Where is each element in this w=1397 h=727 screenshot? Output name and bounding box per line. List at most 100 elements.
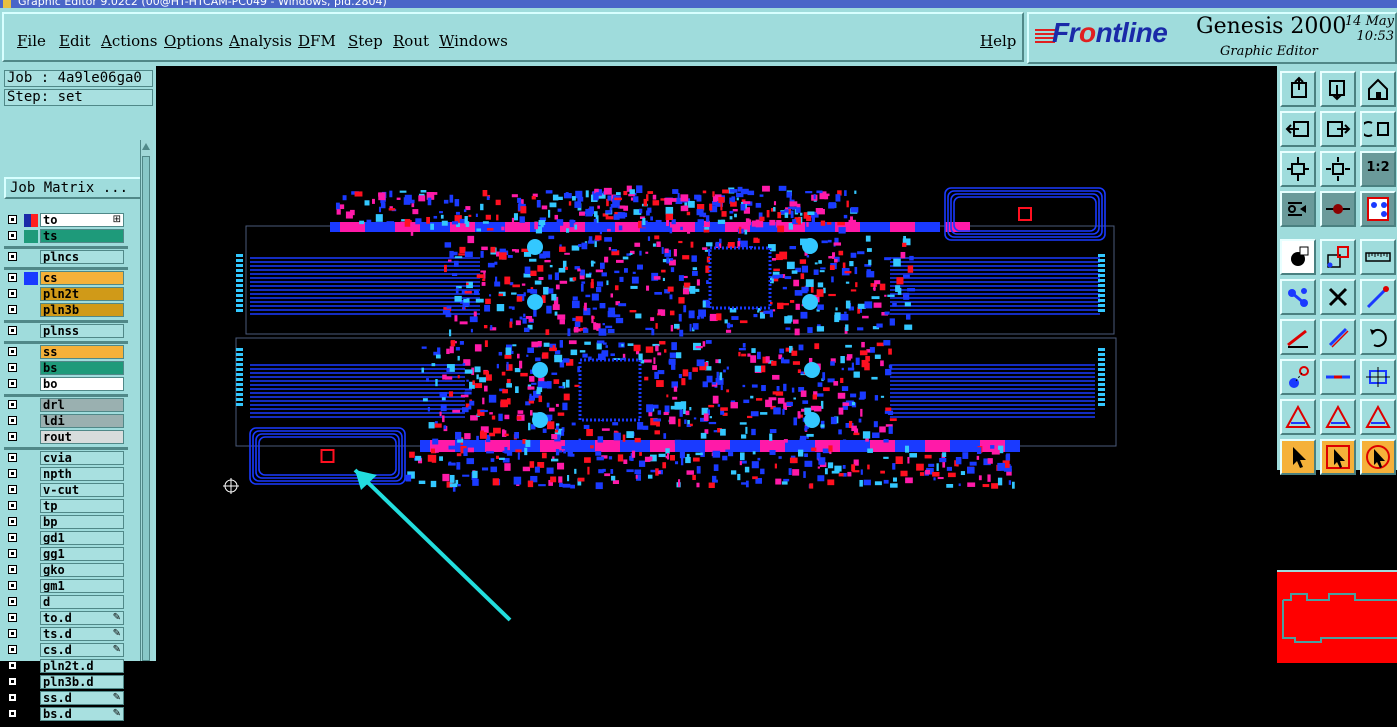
layer-row[interactable]: tp: [4, 499, 128, 514]
layer-checkbox[interactable]: [8, 379, 17, 388]
layer-name[interactable]: bo: [40, 377, 124, 391]
layer-row[interactable]: gm1: [4, 579, 128, 594]
layer-color-swatch[interactable]: [31, 230, 38, 243]
layer-name[interactable]: plnss: [40, 324, 124, 338]
tool-cross[interactable]: [1320, 279, 1356, 315]
layer-name[interactable]: to ⊞: [40, 213, 124, 227]
tool-pan-right[interactable]: [1320, 111, 1356, 147]
tool-select-area[interactable]: [1320, 239, 1356, 275]
layer-name[interactable]: pln3b: [40, 303, 124, 317]
tool-page-up[interactable]: [1280, 71, 1316, 107]
layer-row[interactable]: d: [4, 595, 128, 610]
tool-net-select[interactable]: [1360, 191, 1396, 227]
layer-row[interactable]: pln2t.d: [4, 659, 128, 674]
layer-checkbox[interactable]: [8, 305, 17, 314]
tool-triangle-a[interactable]: [1280, 399, 1316, 435]
layer-row[interactable]: to ⊞: [4, 213, 128, 228]
layer-row[interactable]: pln2t: [4, 287, 128, 302]
tool-line-end[interactable]: [1360, 279, 1396, 315]
tool-fit-vertical[interactable]: [1280, 151, 1316, 187]
layer-row[interactable]: gg1: [4, 547, 128, 562]
layer-name[interactable]: pln2t: [40, 287, 124, 301]
tool-pointer-circle[interactable]: [1360, 439, 1396, 475]
tool-move-pad[interactable]: [1280, 359, 1316, 395]
layer-color-swatch[interactable]: [24, 214, 31, 227]
layer-name[interactable]: gd1: [40, 531, 124, 545]
menu-file[interactable]: File: [17, 32, 46, 50]
layer-checkbox[interactable]: [8, 326, 17, 335]
job-matrix-button[interactable]: Job Matrix ...: [4, 177, 152, 199]
tool-home[interactable]: [1360, 71, 1396, 107]
layer-checkbox[interactable]: [8, 693, 17, 702]
tool-add-node[interactable]: [1280, 279, 1316, 315]
layer-checkbox[interactable]: [8, 565, 17, 574]
layer-name[interactable]: ss.d ✎: [40, 691, 124, 705]
layer-name[interactable]: gm1: [40, 579, 124, 593]
layer-checkbox[interactable]: [8, 613, 17, 622]
layer-checkbox[interactable]: [8, 629, 17, 638]
layer-checkbox[interactable]: [8, 517, 17, 526]
layer-checkbox[interactable]: [8, 289, 17, 298]
layer-checkbox[interactable]: [8, 533, 17, 542]
layer-name[interactable]: pln2t.d: [40, 659, 124, 673]
layer-row[interactable]: bp: [4, 515, 128, 530]
layer-name[interactable]: bp: [40, 515, 124, 529]
tool-split-line[interactable]: [1320, 359, 1356, 395]
layer-checkbox[interactable]: [8, 549, 17, 558]
scroll-up-icon[interactable]: [141, 141, 151, 153]
tool-page-down[interactable]: [1320, 71, 1356, 107]
menu-dfm[interactable]: DFM: [298, 32, 336, 50]
menu-options[interactable]: Options: [164, 32, 223, 50]
layer-row[interactable]: pln3b.d: [4, 675, 128, 690]
tool-pan-left[interactable]: [1280, 111, 1316, 147]
layer-row[interactable]: ss: [4, 345, 128, 360]
layer-row[interactable]: pln3b: [4, 303, 128, 318]
layer-name[interactable]: rout: [40, 430, 124, 444]
layer-checkbox[interactable]: [8, 416, 17, 425]
layer-row[interactable]: to.d ✎: [4, 611, 128, 626]
layer-name[interactable]: drl: [40, 398, 124, 412]
tool-rotate[interactable]: [1360, 319, 1396, 355]
layer-row[interactable]: ss.d ✎: [4, 691, 128, 706]
menu-edit[interactable]: Edit: [59, 32, 90, 50]
layer-checkbox[interactable]: [8, 347, 17, 356]
layer-checkbox[interactable]: [8, 231, 17, 240]
layer-name[interactable]: ss: [40, 345, 124, 359]
layer-name[interactable]: cvia: [40, 451, 124, 465]
layer-color-swatch[interactable]: [31, 214, 38, 227]
layer-checkbox[interactable]: [8, 581, 17, 590]
layer-checkbox[interactable]: [8, 709, 17, 718]
layer-checkbox[interactable]: [8, 363, 17, 372]
layer-row[interactable]: bo: [4, 377, 128, 392]
layer-row[interactable]: plncs: [4, 250, 128, 265]
tool-ruler[interactable]: [1360, 239, 1396, 275]
layer-row[interactable]: gd1: [4, 531, 128, 546]
layer-color-swatch[interactable]: [24, 272, 38, 285]
layer-row[interactable]: ts.d ✎: [4, 627, 128, 642]
layer-checkbox[interactable]: [8, 215, 17, 224]
menu-step[interactable]: Step: [348, 32, 383, 50]
menu-windows[interactable]: Windows: [439, 32, 508, 50]
layer-checkbox[interactable]: [8, 661, 17, 670]
tool-center[interactable]: [1360, 359, 1396, 395]
layer-name[interactable]: ts.d ✎: [40, 627, 124, 641]
layer-checkbox[interactable]: [8, 252, 17, 261]
layer-name[interactable]: npth: [40, 467, 124, 481]
tool-pointer[interactable]: [1280, 439, 1316, 475]
layer-checkbox[interactable]: [8, 677, 17, 686]
tool-diagonal[interactable]: [1320, 319, 1356, 355]
layer-name[interactable]: bs.d ✎: [40, 707, 124, 721]
layer-checkbox[interactable]: [8, 485, 17, 494]
layer-name[interactable]: cs: [40, 271, 124, 285]
layer-row[interactable]: v-cut: [4, 483, 128, 498]
tool-snap-pad[interactable]: [1280, 239, 1316, 275]
layer-name[interactable]: tp: [40, 499, 124, 513]
layer-name[interactable]: pln3b.d: [40, 675, 124, 689]
layer-checkbox[interactable]: [8, 273, 17, 282]
layer-row[interactable]: bs.d ✎: [4, 707, 128, 722]
tool-measure[interactable]: [1280, 191, 1316, 227]
layer-row[interactable]: bs: [4, 361, 128, 376]
layer-checkbox[interactable]: [8, 501, 17, 510]
layer-row[interactable]: cs.d ✎: [4, 643, 128, 658]
layer-name[interactable]: gko: [40, 563, 124, 577]
